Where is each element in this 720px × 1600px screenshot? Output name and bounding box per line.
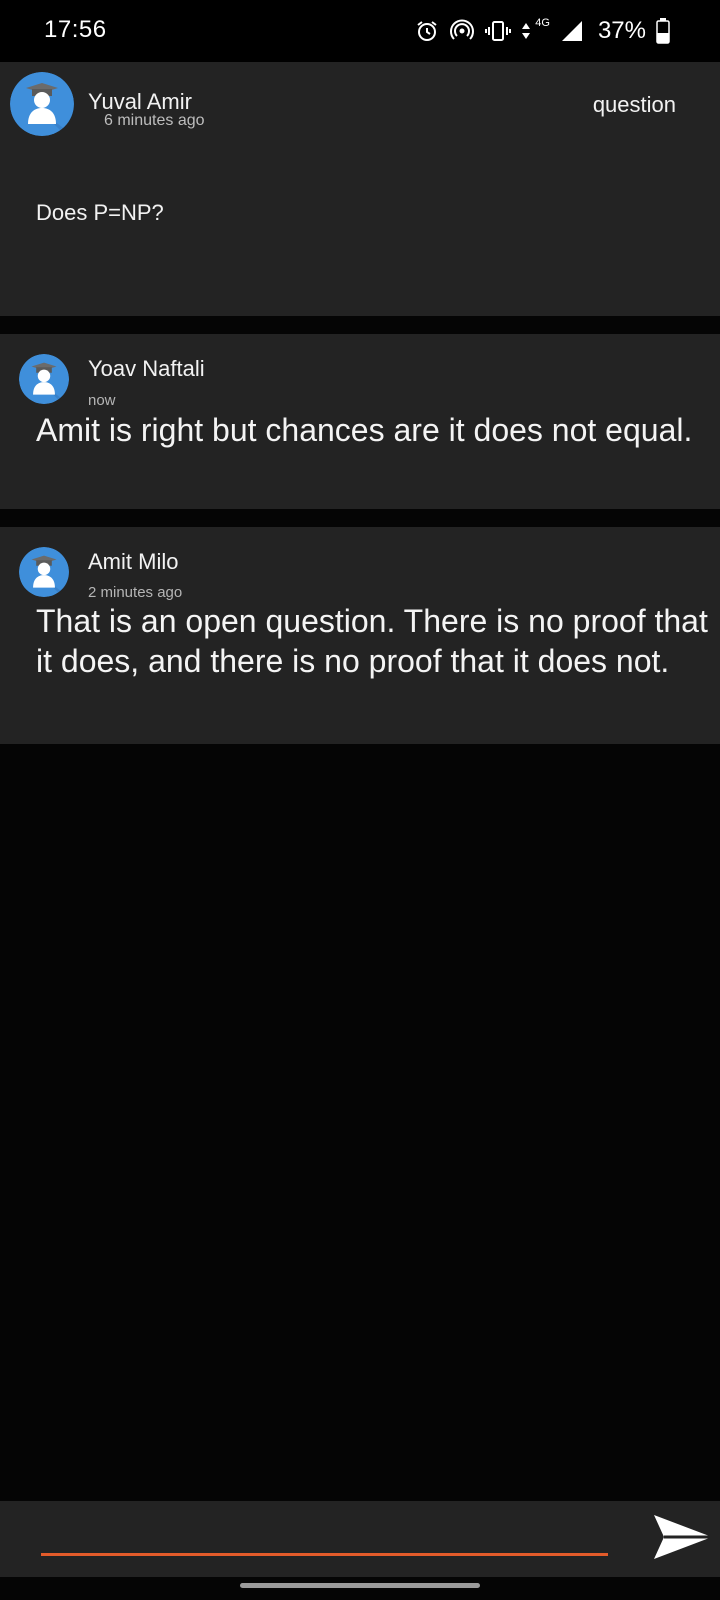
network-type: 4G — [535, 17, 550, 29]
signal-icon — [560, 19, 584, 43]
alarm-icon — [415, 19, 439, 43]
answer-card[interactable]: Amit Milo 2 minutes ago That is an open … — [0, 527, 720, 744]
answer-input[interactable] — [41, 1515, 608, 1556]
status-time: 17:56 — [44, 16, 107, 43]
answer-timestamp: 2 minutes ago — [88, 584, 183, 601]
answer-composer — [0, 1501, 720, 1577]
graduate-avatar-icon[interactable] — [10, 72, 74, 136]
question-author: Yuval Amir — [88, 89, 192, 114]
send-icon — [654, 1515, 712, 1559]
data-arrows-icon — [521, 21, 531, 41]
answer-card[interactable]: Yoav Naftali now Amit is right but chanc… — [0, 334, 720, 509]
send-button[interactable] — [652, 1509, 714, 1565]
battery-icon — [656, 18, 670, 44]
hotspot-icon — [449, 19, 475, 43]
answer-author: Yoav Naftali — [88, 356, 205, 381]
answer-author: Amit Milo — [88, 549, 179, 574]
question-timestamp: 6 minutes ago — [104, 112, 205, 129]
answer-body: Amit is right but chances are it does no… — [36, 412, 693, 448]
app-screen: 17:56 4G 37% Yuval Amir 6 minutes ago qu… — [0, 0, 720, 1600]
status-bar: 17:56 4G 37% — [0, 0, 720, 62]
answer-body: That is an open question. There is no pr… — [36, 603, 708, 679]
battery-percent: 37% — [597, 17, 646, 44]
question-body: Does P=NP? — [36, 200, 164, 225]
graduate-avatar-icon[interactable] — [19, 354, 69, 404]
gesture-nav-handle[interactable] — [240, 1583, 480, 1588]
vibrate-icon — [485, 19, 512, 43]
question-tag: question — [592, 92, 676, 117]
status-icons: 4G 37% — [415, 14, 670, 48]
question-card[interactable]: Yuval Amir 6 minutes ago question Does P… — [0, 62, 720, 316]
graduate-avatar-icon[interactable] — [19, 547, 69, 597]
answer-timestamp: now — [88, 392, 116, 409]
